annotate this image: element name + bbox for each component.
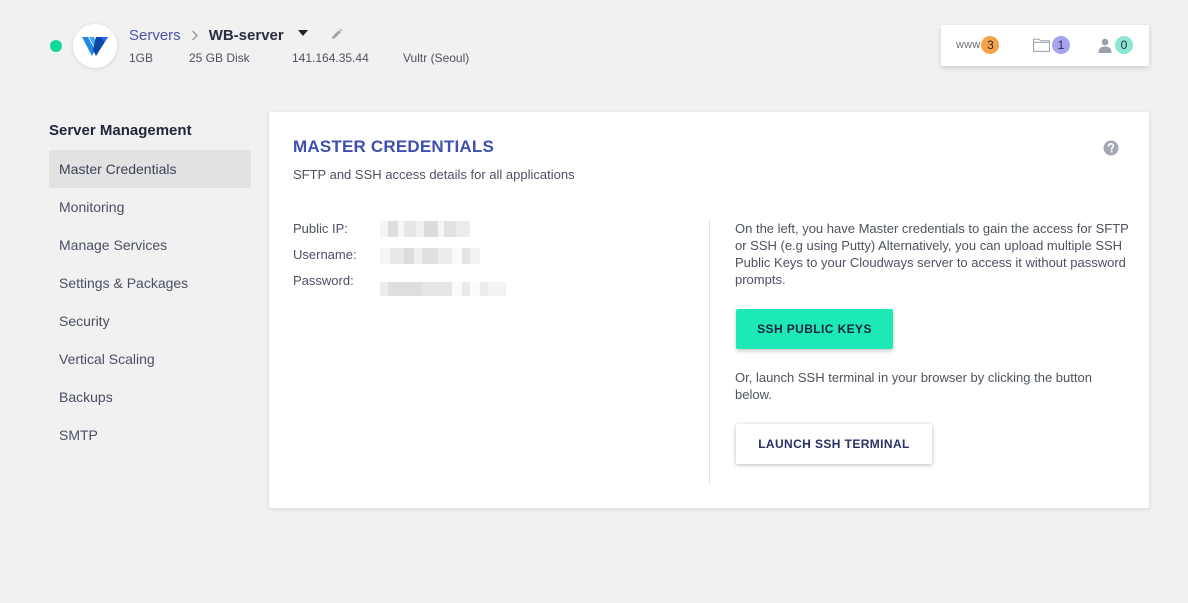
sidebar-item-smtp[interactable]: SMTP — [49, 416, 251, 454]
users-count-badge: 0 — [1115, 36, 1133, 54]
launch-ssh-terminal-button[interactable]: LAUNCH SSH TERMINAL — [736, 424, 932, 464]
pencil-icon[interactable] — [330, 28, 343, 45]
www-count-badge: 3 — [981, 36, 1000, 54]
server-ram: 1GB — [129, 51, 154, 65]
breadcrumb-chevron-icon — [191, 28, 199, 44]
server-status-dot — [50, 40, 62, 52]
page-subtitle: SFTP and SSH access details for all appl… — [293, 167, 575, 182]
sidebar-item-settings-packages[interactable]: Settings & Packages — [49, 264, 251, 302]
username-value-redacted — [380, 248, 480, 264]
server-dropdown-caret-icon[interactable] — [297, 29, 308, 36]
public-ip-label: Public IP: — [293, 221, 348, 236]
users-counter[interactable]: 0 — [1098, 36, 1133, 54]
breadcrumb-servers-link[interactable]: Servers — [129, 27, 181, 44]
files-count-badge: 1 — [1052, 36, 1070, 54]
ssh-public-keys-button[interactable]: SSH PUBLIC KEYS — [736, 309, 893, 349]
server-disk: 25 GB Disk — [189, 51, 250, 65]
password-label: Password: — [293, 273, 354, 288]
help-icon[interactable] — [1103, 140, 1119, 161]
server-name: WB-server — [208, 27, 284, 44]
vultr-logo-icon — [82, 37, 108, 56]
sidebar-item-backups[interactable]: Backups — [49, 378, 251, 416]
sidebar-item-master-credentials[interactable]: Master Credentials — [49, 150, 251, 188]
master-credentials-card: MASTER CREDENTIALS SFTP and SSH access d… — [269, 112, 1149, 508]
sidebar-item-manage-services[interactable]: Manage Services — [49, 226, 251, 264]
sidebar-nav: Master Credentials Monitoring Manage Ser… — [49, 150, 251, 454]
sidebar-item-vertical-scaling[interactable]: Vertical Scaling — [49, 340, 251, 378]
ssh-terminal-info-text: Or, launch SSH terminal in your browser … — [735, 370, 1092, 402]
www-icon: www — [956, 39, 981, 51]
credentials-info-text: On the left, you have Master credentials… — [735, 221, 1129, 287]
sidebar-item-security[interactable]: Security — [49, 302, 251, 340]
server-provider: Vultr (Seoul) — [403, 51, 470, 65]
sidebar-item-monitoring[interactable]: Monitoring — [49, 188, 251, 226]
resource-counters: www 3 1 0 — [941, 25, 1149, 66]
www-counter[interactable]: www 3 — [956, 36, 1000, 54]
vertical-divider — [709, 220, 710, 485]
vultr-logo — [73, 24, 117, 68]
files-counter[interactable]: 1 — [1033, 36, 1070, 54]
user-icon — [1098, 38, 1112, 53]
public-ip-value-redacted — [380, 221, 470, 237]
username-label: Username: — [293, 247, 357, 262]
sidebar-title: Server Management — [49, 122, 192, 139]
password-value-redacted — [380, 282, 506, 296]
server-ip: 141.164.35.44 — [292, 51, 369, 65]
folder-icon — [1033, 38, 1050, 52]
page-title: MASTER CREDENTIALS — [293, 137, 494, 156]
breadcrumb: Servers WB-server — [129, 26, 343, 45]
